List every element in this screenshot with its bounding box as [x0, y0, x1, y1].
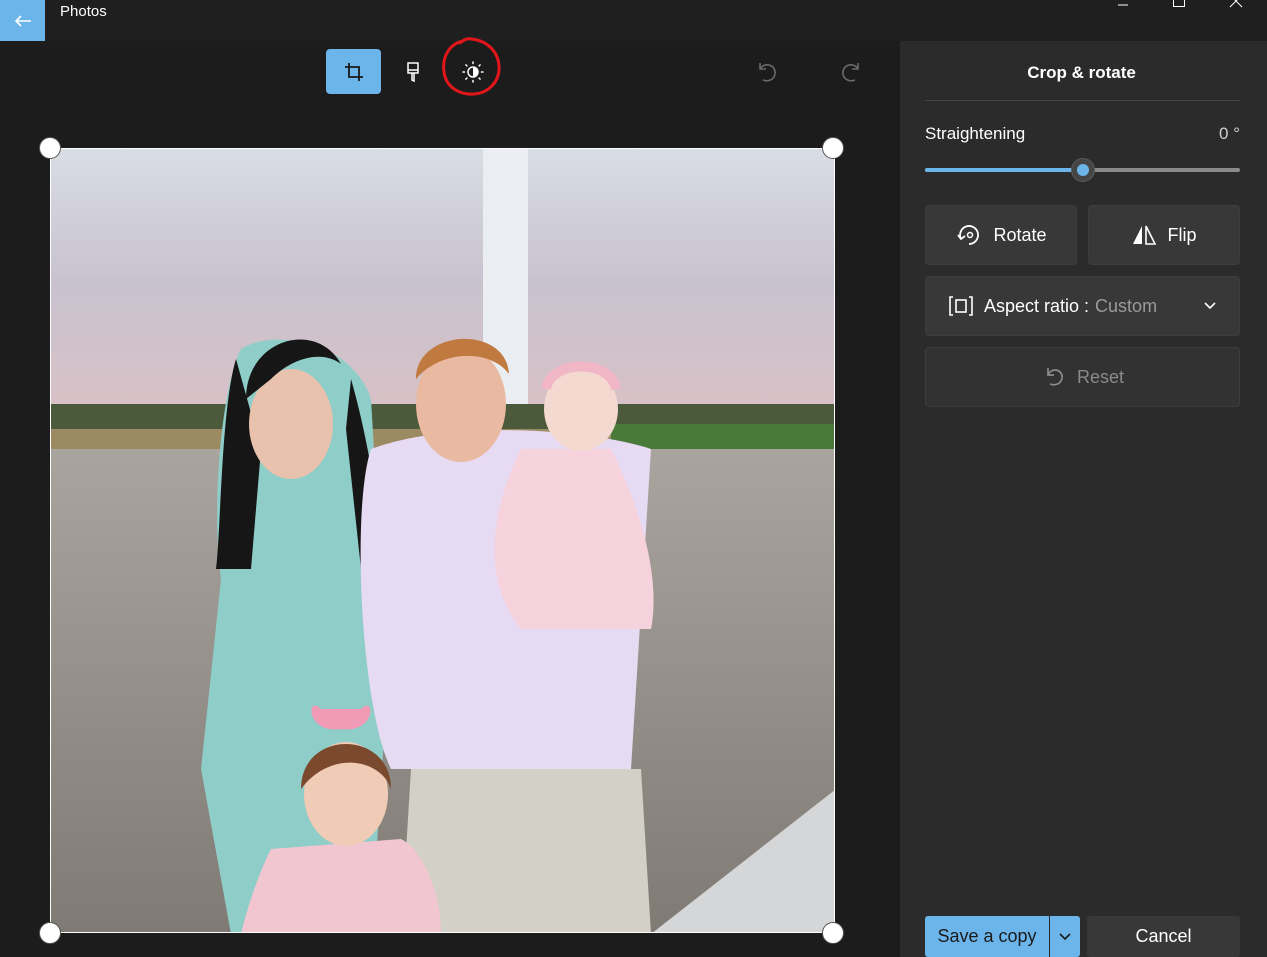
adjust-brightness-icon [461, 60, 484, 83]
aspect-ratio-label: Aspect ratio : [984, 295, 1090, 316]
maximize-button[interactable] [1164, 0, 1194, 12]
flip-button[interactable]: Flip [1088, 205, 1240, 265]
crop-icon [344, 62, 363, 81]
panel-title: Crop & rotate [1027, 63, 1136, 82]
aspect-ratio-dropdown[interactable]: Aspect ratio : Custom [925, 276, 1240, 336]
close-icon [1229, 0, 1243, 8]
crop-handle-top-left[interactable] [39, 137, 61, 159]
filter-tool-button[interactable] [385, 49, 440, 94]
slider-thumb[interactable] [1071, 158, 1095, 182]
slider-fill [925, 168, 1083, 172]
title-bar: Photos [0, 0, 1267, 41]
save-copy-button[interactable]: Save a copy [925, 916, 1049, 957]
rotate-label: Rotate [993, 224, 1047, 245]
reset-button[interactable]: Reset [925, 347, 1240, 407]
rotate-icon [957, 225, 980, 245]
edit-canvas [0, 37, 900, 957]
flip-label: Flip [1167, 224, 1197, 245]
chevron-down-icon [1204, 302, 1216, 310]
flip-icon [1133, 225, 1157, 245]
undo-icon [759, 63, 776, 82]
minimize-icon [1118, 4, 1128, 6]
crop-handle-top-right[interactable] [822, 137, 844, 159]
close-window-button[interactable] [1221, 0, 1251, 12]
minimize-button[interactable] [1108, 0, 1138, 12]
aspect-ratio-value: Custom [1095, 295, 1158, 316]
app-title: Photos [60, 3, 107, 20]
straightening-slider[interactable] [925, 158, 1240, 182]
adjust-tool-button[interactable] [445, 49, 500, 94]
cancel-button[interactable]: Cancel [1087, 916, 1240, 957]
photo-image[interactable] [50, 148, 835, 933]
crop-tool-button[interactable] [326, 49, 381, 94]
crop-handle-bottom-left[interactable] [39, 922, 61, 944]
filter-icon [406, 61, 419, 82]
family-photo [51, 149, 834, 932]
straightening-label: Straightening [925, 124, 1026, 143]
redo-icon [842, 63, 859, 82]
aspect-ratio-icon [949, 296, 973, 316]
back-button[interactable] [0, 0, 45, 41]
maximize-icon [1173, 0, 1185, 7]
straightening-value: 0 ° [1219, 124, 1240, 143]
reset-icon [1047, 368, 1063, 386]
redo-button[interactable] [836, 57, 866, 87]
crop-handle-bottom-right[interactable] [822, 922, 844, 944]
chevron-down-icon [1059, 932, 1071, 940]
rotate-button[interactable]: Rotate [925, 205, 1077, 265]
panel-divider [925, 100, 1240, 101]
reset-label: Reset [1076, 366, 1125, 387]
crop-rotate-panel: Crop & rotate Straightening 0 ° Rotate F… [900, 41, 1267, 957]
back-arrow-icon [14, 14, 31, 27]
undo-button[interactable] [752, 57, 782, 87]
save-options-button[interactable] [1050, 916, 1080, 957]
